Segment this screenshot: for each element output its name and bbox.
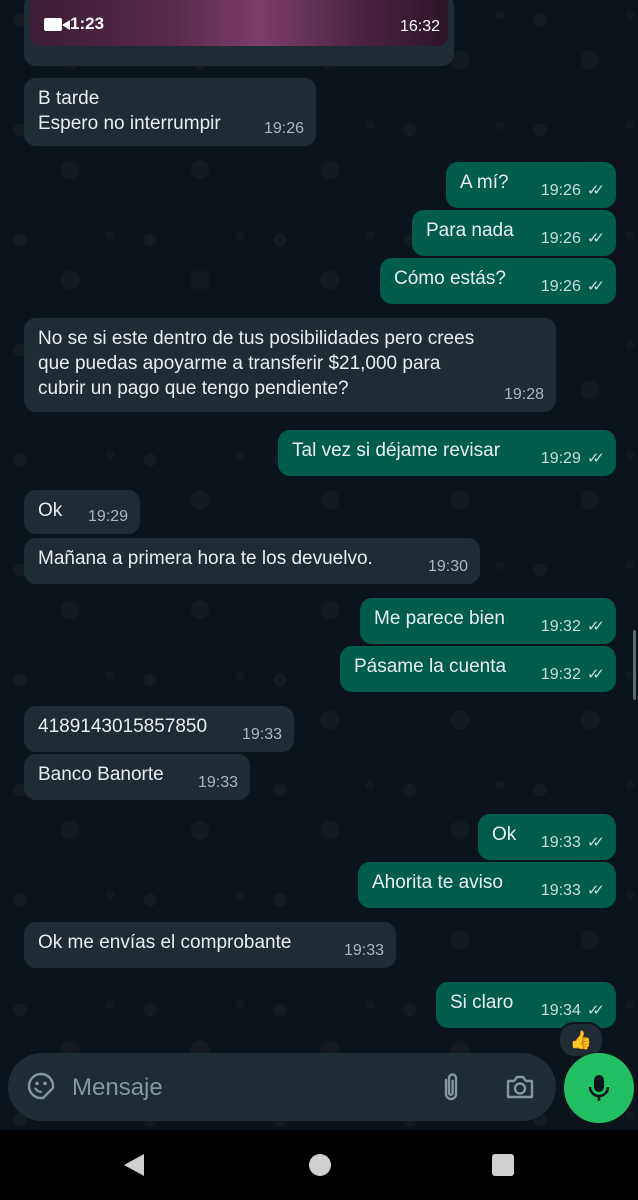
video-duration: 1:23	[70, 14, 105, 33]
message-text: Ok	[38, 500, 63, 521]
read-receipt-icon: ✓✓	[586, 182, 605, 199]
read-receipt-icon: ✓✓	[586, 618, 605, 635]
message-text: Cómo estás?	[394, 268, 506, 289]
message-incoming[interactable]: 4189143015857850 19:33	[24, 706, 294, 752]
video-time: 16:32	[399, 18, 440, 35]
read-receipt-icon: ✓✓	[586, 450, 605, 467]
message-text: A mí?	[460, 172, 509, 193]
message-time: 19:33	[343, 942, 384, 959]
camera-icon[interactable]	[504, 1072, 536, 1102]
message-composer	[8, 1053, 556, 1121]
circle-home-icon[interactable]	[309, 1154, 331, 1176]
message-time: 19:30	[427, 558, 468, 575]
message-text-line: No se si este dentro de tus posibilidade…	[38, 328, 475, 349]
message-time: 19:29 ✓✓	[541, 446, 605, 471]
message-outgoing[interactable]: Me parece bien 19:32 ✓✓	[360, 598, 616, 644]
message-text: Para nada	[426, 220, 514, 241]
message-time: 19:26	[263, 120, 304, 137]
read-receipt-icon: ✓✓	[586, 882, 605, 899]
message-text-line: Espero no interrumpir	[38, 113, 221, 134]
message-text: Tal vez si déjame revisar	[292, 440, 501, 461]
chat-area[interactable]: 1:23 16:32 B tarde Espero no interrumpir…	[0, 0, 638, 1130]
microphone-button[interactable]	[564, 1053, 634, 1123]
message-incoming[interactable]: No se si este dentro de tus posibilidade…	[24, 318, 556, 412]
message-text: Pásame la cuenta	[354, 656, 507, 677]
video-message[interactable]: 1:23 16:32	[24, 0, 454, 66]
message-incoming[interactable]: Mañana a primera hora te los devuelvo. 1…	[24, 538, 480, 584]
message-text: Banco Banorte	[38, 764, 164, 785]
message-time: 19:32 ✓✓	[541, 662, 605, 687]
message-outgoing[interactable]: Cómo estás? 19:26 ✓✓	[380, 258, 616, 304]
message-time: 19:33 ✓✓	[541, 878, 605, 903]
triangle-back-icon[interactable]	[122, 1152, 146, 1178]
message-time: 19:29	[87, 508, 128, 525]
paperclip-icon[interactable]	[438, 1071, 464, 1103]
message-time: 19:33	[197, 774, 238, 791]
scrollbar[interactable]	[633, 630, 636, 700]
message-outgoing[interactable]: Tal vez si déjame revisar 19:29 ✓✓	[278, 430, 616, 476]
message-time: 19:26 ✓✓	[541, 274, 605, 299]
message-incoming[interactable]: Ok me envías el comprobante 19:33	[24, 922, 396, 968]
message-incoming[interactable]: Ok 19:29	[24, 490, 140, 534]
message-text: Ahorita te aviso	[372, 872, 503, 893]
message-text: 4189143015857850	[38, 716, 208, 737]
message-text: Si claro	[450, 992, 514, 1013]
system-navigation-bar	[0, 1130, 638, 1200]
message-text-line: cubrir un pago que tengo pendiente?	[38, 378, 349, 399]
message-incoming[interactable]: B tarde Espero no interrumpir 19:26	[24, 78, 316, 146]
message-input[interactable]	[70, 1067, 434, 1109]
message-outgoing[interactable]: Para nada 19:26 ✓✓	[412, 210, 616, 256]
message-incoming[interactable]: Banco Banorte 19:33	[24, 754, 250, 800]
message-time: 19:33 ✓✓	[541, 830, 605, 855]
read-receipt-icon: ✓✓	[586, 834, 605, 851]
square-recents-icon[interactable]	[492, 1154, 514, 1176]
message-outgoing[interactable]: Pásame la cuenta 19:32 ✓✓	[340, 646, 616, 692]
message-time: 19:32 ✓✓	[541, 614, 605, 639]
message-text-line: que puedas apoyarme a transferir $21,000…	[38, 353, 441, 374]
message-time: 19:28	[503, 386, 544, 403]
message-text: Me parece bien	[374, 608, 505, 629]
message-outgoing[interactable]: A mí? 19:26 ✓✓	[446, 162, 616, 208]
message-time: 19:34 ✓✓	[541, 998, 605, 1023]
video-camera-icon	[44, 18, 62, 31]
message-text-line: B tarde	[38, 88, 100, 109]
read-receipt-icon: ✓✓	[586, 1002, 605, 1019]
message-text: Ok me envías el comprobante	[38, 932, 292, 953]
read-receipt-icon: ✓✓	[586, 278, 605, 295]
message-time: 19:26 ✓✓	[541, 178, 605, 203]
read-receipt-icon: ✓✓	[586, 230, 605, 247]
microphone-icon	[588, 1075, 610, 1101]
read-receipt-icon: ✓✓	[586, 666, 605, 683]
message-text: Ok	[492, 824, 517, 845]
message-outgoing[interactable]: Ahorita te aviso 19:33 ✓✓	[358, 862, 616, 908]
message-outgoing[interactable]: Ok 19:33 ✓✓	[478, 814, 616, 860]
message-time: 19:33	[241, 726, 282, 743]
message-text: Mañana a primera hora te los devuelvo.	[38, 548, 373, 569]
sticker-emoji-icon[interactable]	[26, 1071, 56, 1101]
message-time: 19:26 ✓✓	[541, 226, 605, 251]
